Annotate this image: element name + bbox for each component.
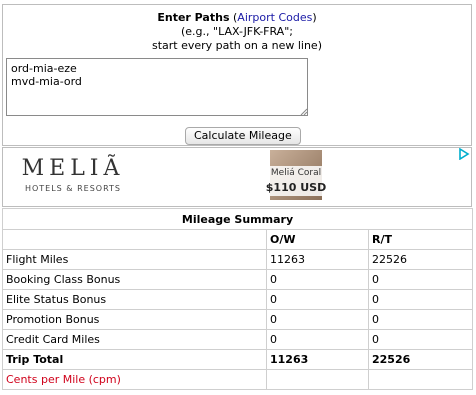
row-ow: 0 bbox=[266, 269, 369, 290]
row-label: Flight Miles bbox=[2, 249, 267, 270]
paths-instruction: start every path on a new line) bbox=[151, 39, 322, 52]
mileage-summary-table: Mileage Summary O/W R/T Flight Miles 112… bbox=[1, 208, 474, 390]
logo-brand: MELIÃ bbox=[21, 156, 125, 181]
row-rt: 0 bbox=[367, 309, 474, 330]
row-label: Elite Status Bonus bbox=[2, 289, 267, 310]
hotel-price: $110 USD bbox=[265, 181, 327, 194]
total-row: Trip Total 11263 22526 bbox=[2, 349, 474, 370]
resize-grip-icon[interactable] bbox=[300, 108, 307, 115]
paren-close: ) bbox=[312, 11, 317, 24]
row-ow: 11263 bbox=[266, 249, 369, 270]
paths-header: Enter Paths (Airport Codes) (e.g., "LAX-… bbox=[3, 11, 471, 53]
row-label: Booking Class Bonus bbox=[2, 269, 267, 290]
column-header-row: O/W R/T bbox=[2, 229, 474, 250]
row-rt: 0 bbox=[367, 289, 474, 310]
paths-title: Enter Paths bbox=[157, 11, 230, 24]
column-header-ow: O/W bbox=[266, 229, 369, 250]
summary-title-row: Mileage Summary bbox=[1, 208, 474, 230]
total-ow: 11263 bbox=[266, 349, 369, 370]
cpm-label: Cents per Mile (cpm) bbox=[2, 369, 267, 390]
row-ow: 0 bbox=[266, 329, 369, 350]
column-header-rt: R/T bbox=[367, 229, 474, 250]
total-label: Trip Total bbox=[2, 349, 267, 370]
calculate-mileage-button[interactable]: Calculate Mileage bbox=[185, 127, 301, 145]
enter-paths-panel: Enter Paths (Airport Codes) (e.g., "LAX-… bbox=[2, 4, 472, 146]
row-label: Credit Card Miles bbox=[2, 329, 267, 350]
melia-logo: MELIÃ HOTELS & RESORTS bbox=[13, 156, 133, 193]
hotel-name: Meliá Coral bbox=[270, 168, 322, 178]
row-rt: 0 bbox=[367, 329, 474, 350]
row-label: Promotion Bonus bbox=[2, 309, 267, 330]
table-row: Promotion Bonus 0 0 bbox=[2, 309, 474, 330]
ad-banner[interactable]: MELIÃ HOTELS & RESORTS Meliá Coral $110 … bbox=[2, 147, 472, 207]
adchoices-icon[interactable] bbox=[458, 148, 470, 160]
cpm-ow bbox=[266, 369, 369, 390]
cpm-row: Cents per Mile (cpm) bbox=[2, 369, 474, 390]
paths-example: (e.g., "LAX-JFK-FRA"; bbox=[181, 25, 293, 38]
paths-input[interactable]: ord-mia-eze mvd-mia-ord bbox=[6, 58, 308, 116]
table-row: Booking Class Bonus 0 0 bbox=[2, 269, 474, 290]
table-row: Credit Card Miles 0 0 bbox=[2, 329, 474, 350]
row-ow: 0 bbox=[266, 289, 369, 310]
summary-title: Mileage Summary bbox=[1, 208, 474, 230]
column-header-label bbox=[2, 229, 267, 250]
logo-subtitle: HOTELS & RESORTS bbox=[24, 184, 122, 193]
ad-offer[interactable]: Meliá Coral $110 USD bbox=[260, 166, 332, 196]
row-rt: 22526 bbox=[367, 249, 474, 270]
row-ow: 0 bbox=[266, 309, 369, 330]
table-row: Elite Status Bonus 0 0 bbox=[2, 289, 474, 310]
table-row: Flight Miles 11263 22526 bbox=[2, 249, 474, 270]
airport-codes-link[interactable]: Airport Codes bbox=[237, 11, 312, 24]
total-rt: 22526 bbox=[367, 349, 474, 370]
cpm-rt bbox=[367, 369, 474, 390]
row-rt: 0 bbox=[367, 269, 474, 290]
